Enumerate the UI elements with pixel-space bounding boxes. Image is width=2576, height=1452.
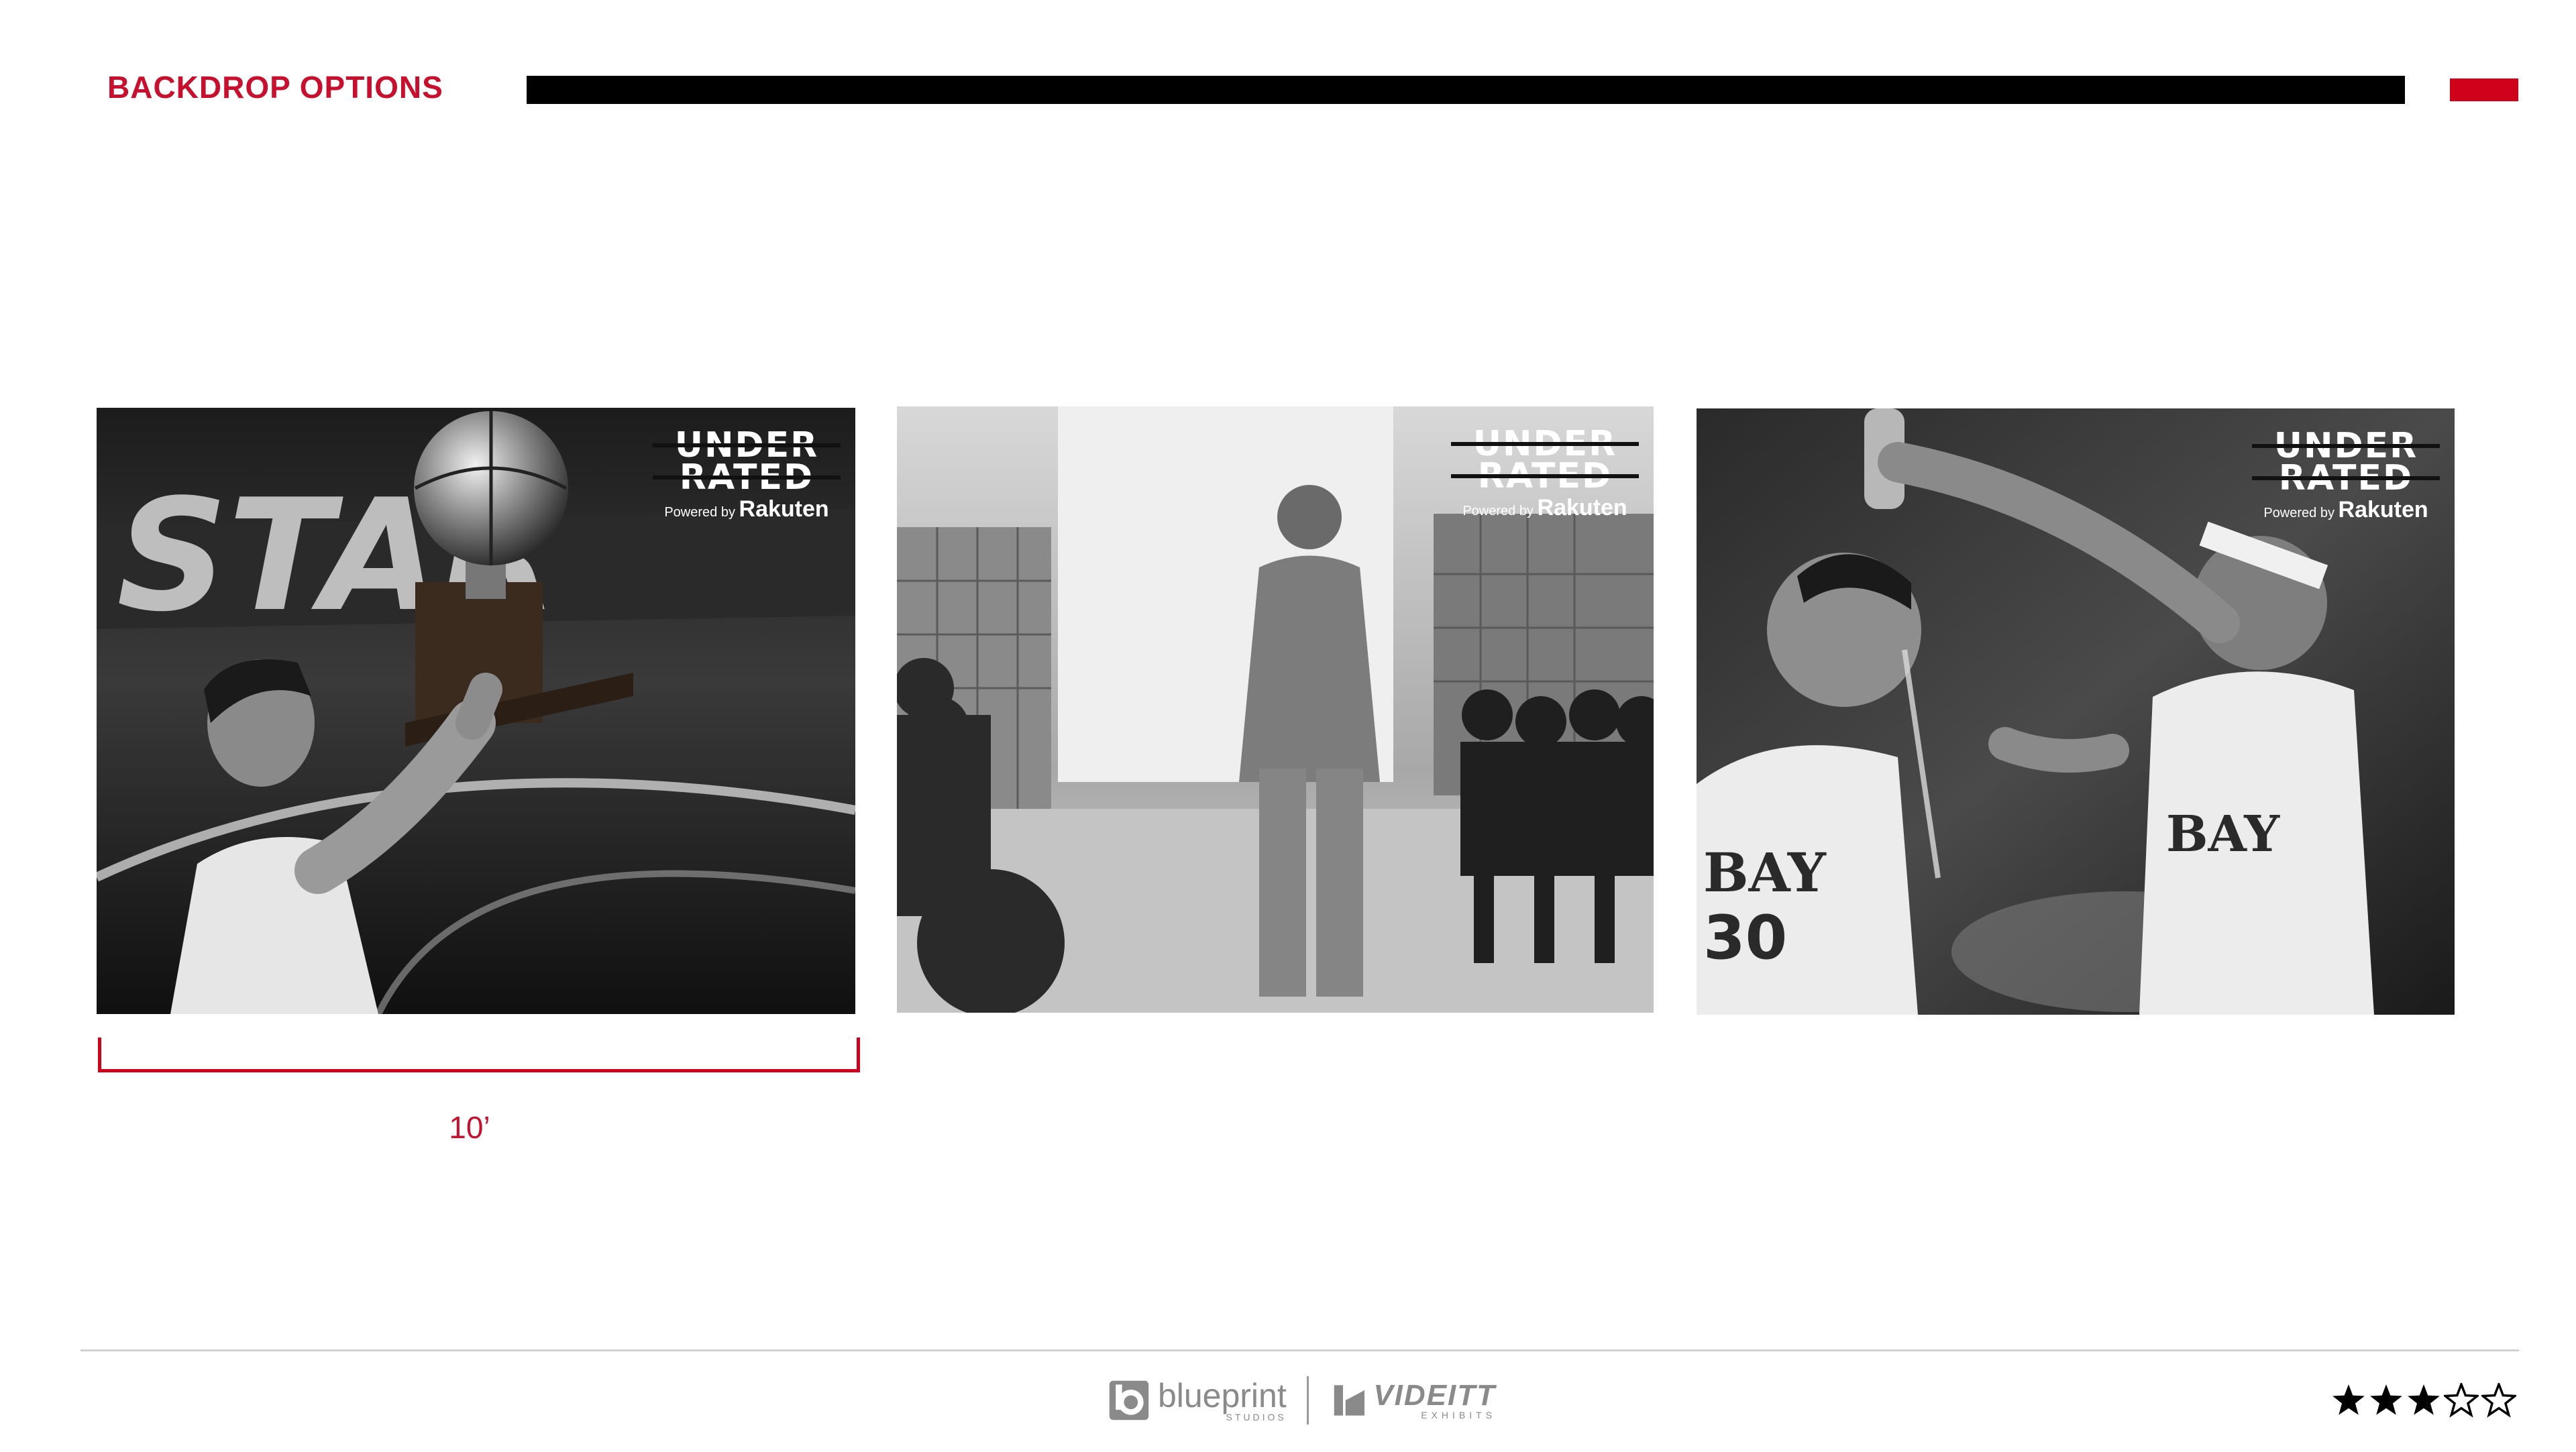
header-bar: [527, 76, 2405, 104]
backdrop-photo-1: STAR UNDER RATED Powered by Rakuten: [97, 408, 855, 1014]
underrated-logo: UNDER RATED Powered by Rakuten: [2252, 429, 2440, 523]
videitt-logo-icon: [1334, 1385, 1364, 1416]
svg-text:30: 30: [1703, 903, 1787, 973]
logo-divider: [1306, 1376, 1309, 1425]
header-accent: [2450, 78, 2518, 101]
dimension-label: 10’: [449, 1110, 490, 1145]
blueprint-logo-icon: [1109, 1380, 1149, 1420]
svg-text:BAY: BAY: [1703, 841, 1827, 904]
underrated-logo: UNDER RATED Powered by Rakuten: [653, 428, 841, 522]
underrated-logo: UNDER RATED Powered by Rakuten: [1451, 427, 1639, 521]
star-filled-icon: [2332, 1384, 2365, 1415]
backdrop-photo-3: BAY 30 BAY UNDER RATED Powered by Rakute…: [1697, 408, 2455, 1015]
footer-divider: [80, 1349, 2519, 1351]
star-outline-icon: [2444, 1383, 2479, 1418]
footer-logos: blueprint STUDIOS VIDEITT EXHIBITS: [1107, 1374, 1496, 1427]
blueprint-logo-text: blueprint STUDIOS: [1157, 1377, 1287, 1422]
page-title: BACKDROP OPTIONS: [107, 70, 443, 105]
star-filled-icon: [2408, 1384, 2440, 1415]
svg-text:BAY: BAY: [2166, 805, 2280, 863]
star-outline-icon: [2481, 1383, 2516, 1418]
backdrop-photo-2: UNDER RATED Powered by Rakuten: [897, 406, 1654, 1013]
star-rating: [2331, 1383, 2516, 1418]
dimension-bracket: [98, 1038, 860, 1072]
star-filled-icon: [2370, 1384, 2402, 1415]
videitt-logo-text: VIDEITT EXHIBITS: [1373, 1379, 1496, 1420]
